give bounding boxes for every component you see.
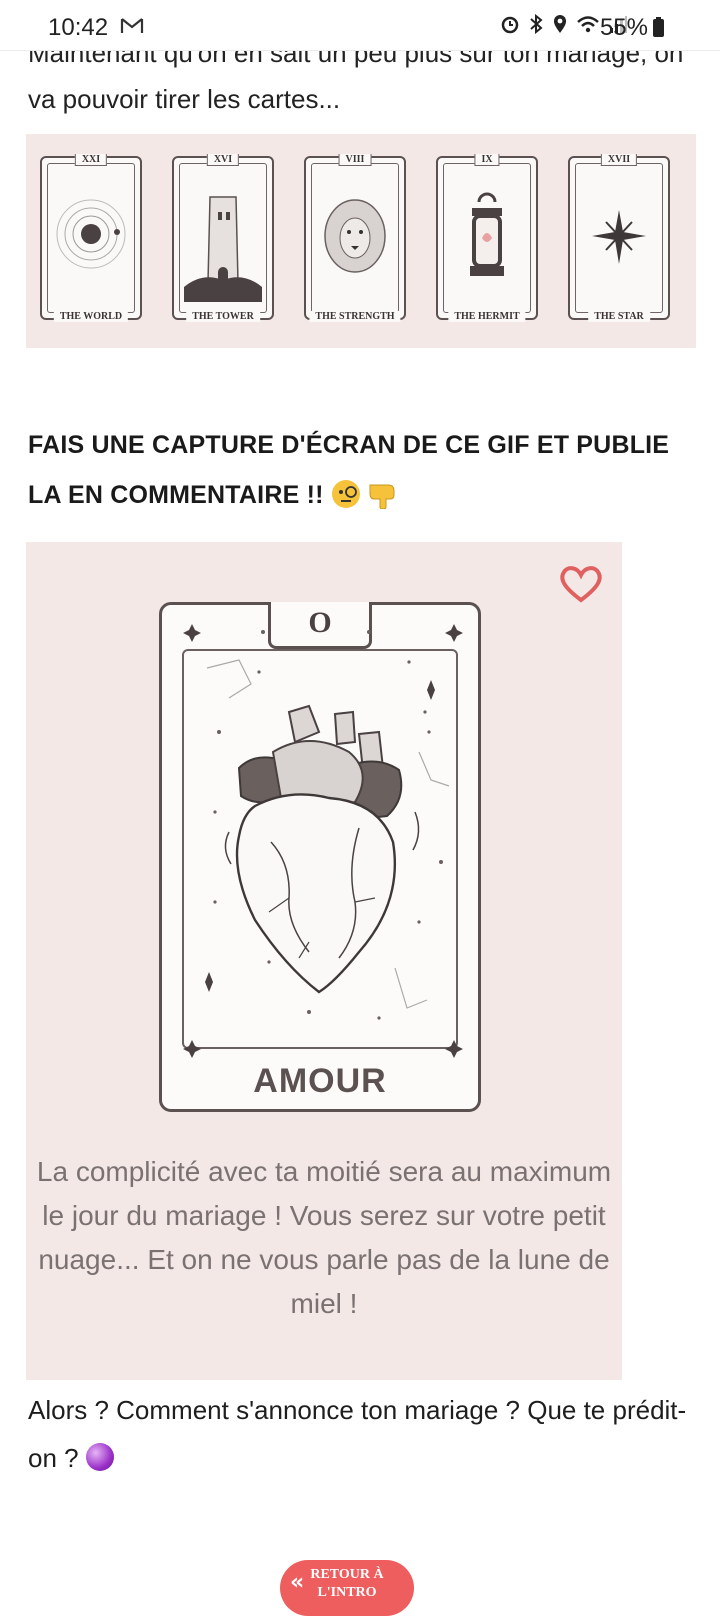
closing-question: Alors ? Comment s'annonce ton mariage ? … bbox=[28, 1395, 687, 1473]
battery-percent: 55% bbox=[599, 14, 648, 41]
bluetooth-icon bbox=[530, 14, 543, 34]
instruction-heading: FAIS UNE CAPTURE D'ÉCRAN DE CE GIF ET PU… bbox=[28, 431, 670, 510]
card-name: THE HERMIT bbox=[448, 311, 526, 322]
tower-illustration bbox=[184, 196, 262, 302]
card-number: VIII bbox=[338, 154, 372, 166]
card-title: AMOUR bbox=[253, 1062, 387, 1100]
card-caption: La complicité avec ta moitié sera au max… bbox=[36, 1156, 612, 1319]
alarm-icon bbox=[501, 16, 519, 34]
tarot-card: IX THE HERMIT bbox=[436, 154, 538, 322]
world-illustration bbox=[56, 199, 126, 269]
anatomical-heart-illustration bbox=[183, 624, 463, 1058]
wifi-icon bbox=[577, 16, 599, 33]
status-time: 10:42 bbox=[48, 14, 109, 41]
card-name: THE TOWER bbox=[186, 311, 260, 322]
lion-illustration bbox=[324, 199, 386, 273]
lantern-illustration bbox=[470, 192, 504, 276]
heart-icon bbox=[560, 566, 602, 603]
tarot-card: XVI THE TOWER bbox=[172, 154, 274, 322]
tarot-card: XXI THE WORLD bbox=[40, 154, 142, 322]
amour-card-image: O AMOUR La complicité avec ta moitié ser… bbox=[26, 542, 622, 1380]
tarot-card: XVII THE STAR bbox=[568, 154, 670, 322]
card-number: XVII bbox=[600, 154, 638, 166]
gmail-icon bbox=[120, 18, 144, 33]
amour-tarot-card: O AMOUR bbox=[159, 602, 481, 1112]
monocle-emoji-icon bbox=[331, 480, 360, 508]
battery-icon bbox=[653, 17, 664, 37]
double-chevron-left-icon: « bbox=[290, 1570, 305, 1595]
card-number: XVI bbox=[206, 154, 240, 166]
location-icon bbox=[554, 15, 566, 33]
status-bar: 10:42 55% bbox=[0, 0, 720, 51]
card-name: THE STAR bbox=[588, 311, 650, 322]
card-number: IX bbox=[474, 154, 500, 166]
card-name: THE STRENGTH bbox=[309, 311, 401, 322]
tarot-cards-image: XXI THE WORLD XVI THE TOWER VIII THE STR… bbox=[26, 134, 696, 348]
crystal-ball-icon bbox=[85, 1443, 114, 1471]
tarot-card: VIII THE STRENGTH bbox=[304, 154, 406, 322]
back-to-intro-button[interactable]: « RETOUR À L'INTRO bbox=[280, 1560, 414, 1616]
star-illustration bbox=[592, 210, 646, 264]
card-name: THE WORLD bbox=[53, 311, 129, 322]
pointing-down-emoji-icon bbox=[369, 484, 395, 510]
card-number: XXI bbox=[74, 154, 108, 166]
